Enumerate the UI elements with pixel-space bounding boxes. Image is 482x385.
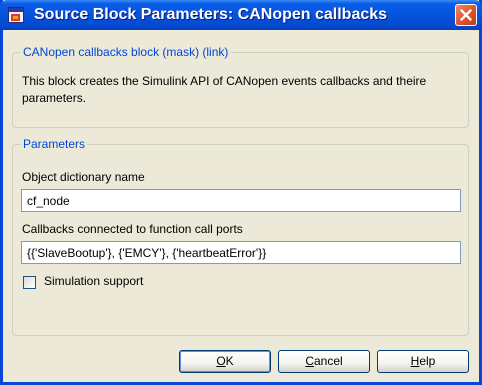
cancel-button[interactable]: Cancel (278, 350, 370, 373)
parameters-group-title: Parameters (21, 137, 88, 151)
description-group: CANopen callbacks block (mask) (link) Th… (12, 45, 469, 128)
callbacks-input[interactable] (21, 241, 461, 264)
close-icon (460, 9, 472, 21)
window-title: Source Block Parameters: CANopen callbac… (34, 6, 388, 23)
object-dictionary-label: Object dictionary name (22, 170, 145, 184)
simulink-block-icon (8, 7, 24, 23)
parameters-group: Parameters Object dictionary name Callba… (12, 137, 469, 336)
help-button[interactable]: Help (377, 350, 469, 373)
simulation-support-checkbox[interactable] (23, 276, 36, 289)
close-button[interactable] (455, 4, 477, 26)
description-group-title: CANopen callbacks block (mask) (link) (21, 45, 231, 59)
object-dictionary-input[interactable] (21, 189, 461, 212)
dialog-window: Source Block Parameters: CANopen callbac… (0, 0, 482, 385)
ok-button[interactable]: OK (179, 350, 271, 373)
callbacks-label: Callbacks connected to function call por… (22, 222, 243, 236)
block-description: This block creates the Simulink API of C… (22, 74, 427, 105)
simulation-support-label[interactable]: Simulation support (44, 274, 143, 288)
title-bar[interactable]: Source Block Parameters: CANopen callbac… (0, 0, 482, 30)
